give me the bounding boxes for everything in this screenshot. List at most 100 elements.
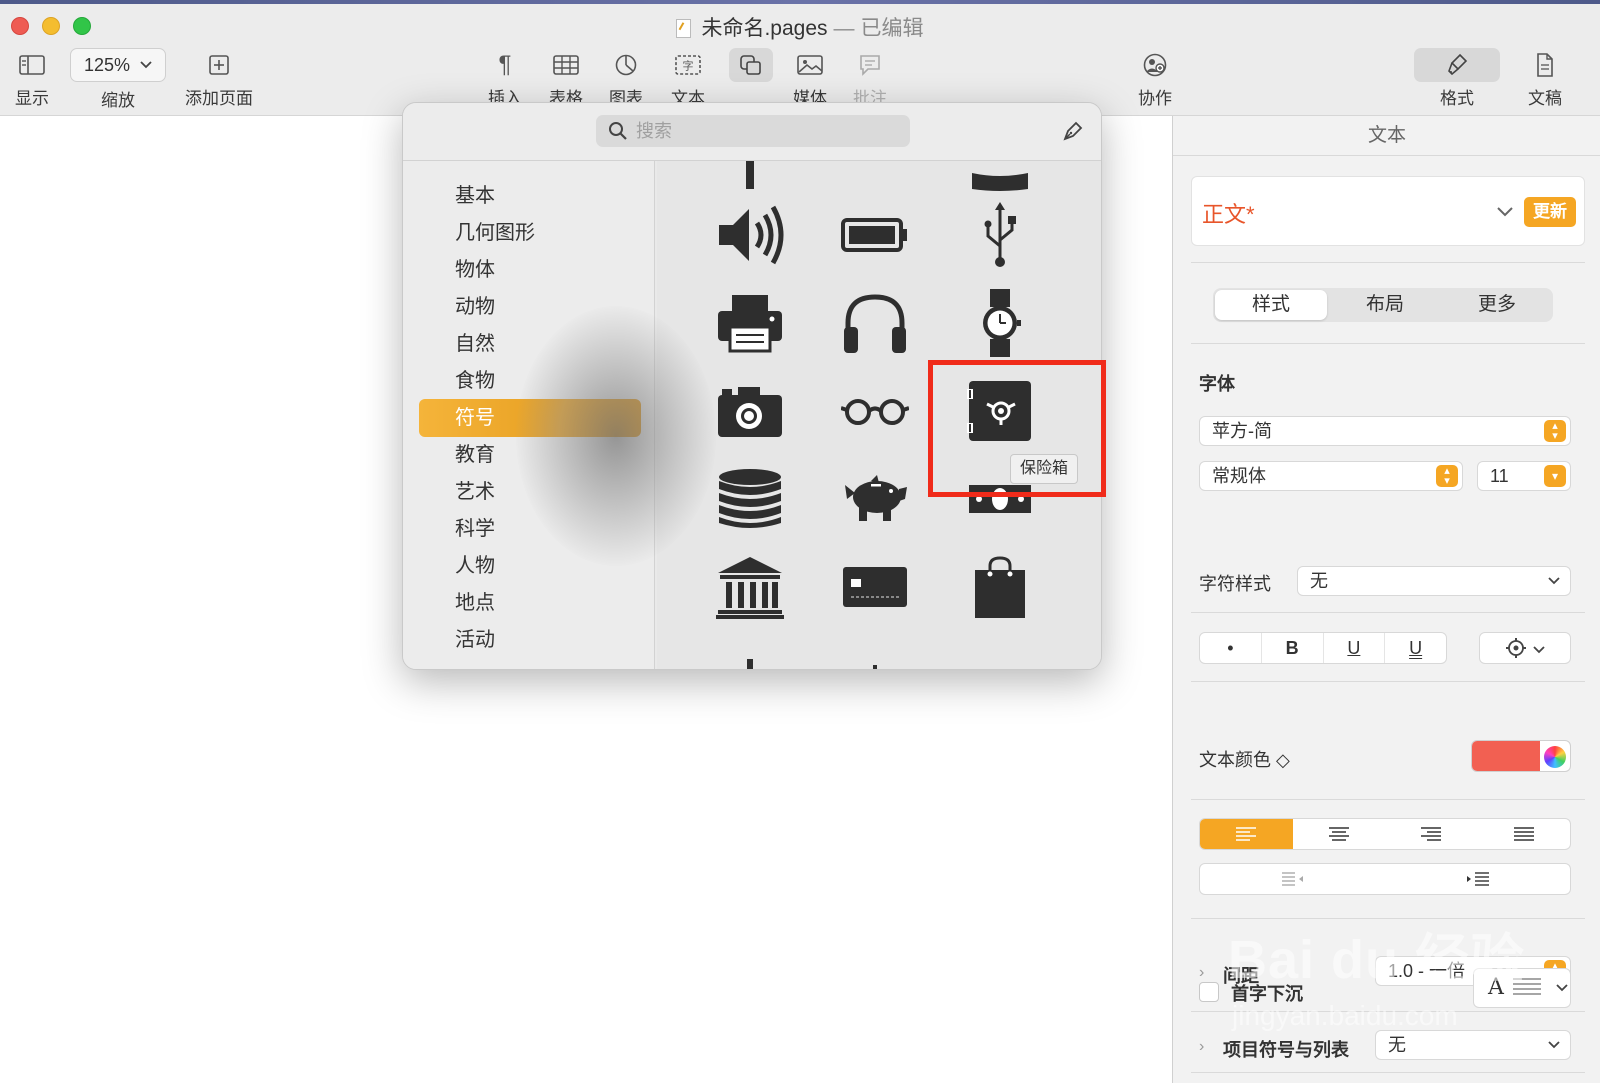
bold-button[interactable]: B [1260,633,1323,663]
font-size-field[interactable]: 11 ▾ [1477,461,1571,491]
divider [1191,799,1585,800]
credit-card-icon[interactable] [830,547,920,627]
align-left-button[interactable] [1200,819,1293,849]
tab-style[interactable]: 样式 [1215,290,1327,320]
update-style-button[interactable]: 更新 [1524,197,1576,227]
edit-status: 已编辑 [860,17,924,40]
text-color-well[interactable] [1471,740,1571,772]
piggy-bank-icon[interactable] [830,459,920,539]
decrease-indent-button[interactable] [1200,864,1385,894]
chevron-down-icon[interactable]: ▾ [1544,465,1566,487]
color-wheel-icon[interactable] [1544,746,1566,768]
headphones-icon[interactable] [830,283,920,363]
disclosure-triangle-icon[interactable]: › [1199,1038,1204,1056]
coin-stack-icon[interactable] [705,459,795,539]
alignment-buttons [1199,818,1571,850]
window-toolbar: 未命名.pages — 已编辑 显示 125% 缩放 添加页面 ¶ 插入 表格 图表 [0,0,1600,116]
category-places[interactable]: 地点 [419,584,641,622]
shape-search-input[interactable] [636,115,896,147]
font-section-title: 字体 [1199,374,1235,394]
bullet-button[interactable]: • [1200,633,1261,663]
table-button[interactable]: 表格 [546,48,586,109]
align-center-icon [1328,827,1349,841]
underline-button[interactable]: U [1322,633,1385,663]
disclosure-triangle-icon[interactable]: › [1199,964,1204,982]
shape-search[interactable] [596,115,910,147]
divider [1191,262,1585,263]
category-geometry[interactable]: 几何图形 [419,214,641,252]
font-weight-select[interactable]: 常规体 ▴ ▾ [1199,461,1463,491]
double-underline-button[interactable]: U [1384,633,1446,663]
format-label: 格式 [1440,89,1474,108]
insert-button[interactable]: ¶ 插入 [485,48,525,109]
font-size-value: 11 [1490,466,1509,486]
gear-icon [1506,638,1527,658]
divider [1191,612,1585,613]
search-icon [609,122,627,140]
document-label: 文稿 [1528,89,1562,108]
shape-tooltip: 保险箱 [1010,454,1079,484]
font-family-select[interactable]: 苹方-简 ▴ ▾ [1199,416,1571,446]
chevron-down-icon [1548,577,1560,585]
printer-icon[interactable] [705,283,795,363]
shapes-icon [729,48,773,82]
justify-button[interactable] [1478,819,1571,849]
text-color-label[interactable]: 文本颜色 ◇ [1199,746,1290,772]
collaborate-button[interactable]: 协作 [1135,48,1175,109]
bullets-select[interactable]: 无 [1375,1030,1571,1060]
chevron-down-icon[interactable] [1496,206,1514,218]
pie-chart-icon [606,48,646,82]
pen-draw-icon[interactable] [1061,119,1085,143]
increase-indent-button[interactable] [1385,864,1570,894]
baidu-watermark: Bai du 经验 [1228,930,1526,990]
character-style-label: 字符样式 [1199,574,1271,594]
up-down-arrows-icon: ▴▾ [1436,465,1458,487]
tab-more[interactable]: 更多 [1441,288,1553,322]
glasses-icon[interactable] [830,371,920,451]
chevron-down-icon [1556,984,1568,992]
bank-icon[interactable] [705,547,795,627]
media-button[interactable]: 媒体 [790,48,830,109]
color-swatch[interactable] [1472,741,1540,771]
shape-partial-bottom-3[interactable] [955,635,1045,669]
align-right-button[interactable] [1385,819,1478,849]
character-style-select[interactable]: 无 [1297,566,1571,596]
pages-document-icon [676,19,692,38]
camera-icon[interactable] [705,371,795,451]
document-icon [1525,48,1565,82]
usb-icon[interactable] [955,195,1045,275]
speaker-icon[interactable] [705,195,795,275]
divider [1191,1072,1585,1073]
comment-button[interactable]: 批注 [850,48,890,109]
category-activities[interactable]: 活动 [419,621,641,659]
category-basic[interactable]: 基本 [419,177,641,215]
chevron-down-icon [1548,1041,1560,1049]
paragraph-style-box[interactable]: 正文* 更新 [1191,176,1585,246]
add-page-button[interactable]: 添加页面 [183,48,255,109]
advanced-options-button[interactable] [1479,632,1571,664]
comment-icon [850,48,890,82]
chevron-down-icon [1532,646,1545,654]
divider [1191,343,1585,344]
display-button[interactable]: 显示 [12,48,52,109]
character-style-value: 无 [1310,571,1328,591]
battery-icon[interactable] [830,195,920,275]
shape-partial-bottom-2[interactable] [830,635,920,669]
table-icon [546,48,586,82]
shape-button[interactable]: 形状 [729,48,775,109]
category-objects[interactable]: 物体 [419,251,641,289]
watch-icon[interactable] [955,283,1045,363]
document-button[interactable]: 文稿 [1525,48,1565,109]
text-box-button[interactable]: 字 文本 [668,48,708,109]
drop-cap-checkbox[interactable] [1199,982,1219,1002]
format-button[interactable]: 格式 [1414,48,1500,109]
svg-text:字: 字 [683,59,694,73]
zoom-dropdown[interactable]: 125% [70,48,166,82]
chart-button[interactable]: 图表 [606,48,646,109]
shape-partial-bottom-1[interactable] [705,635,795,669]
tab-layout[interactable]: 布局 [1329,288,1441,322]
align-center-button[interactable] [1293,819,1386,849]
collaborate-icon [1135,48,1175,82]
shopping-bag-icon[interactable] [955,547,1045,627]
